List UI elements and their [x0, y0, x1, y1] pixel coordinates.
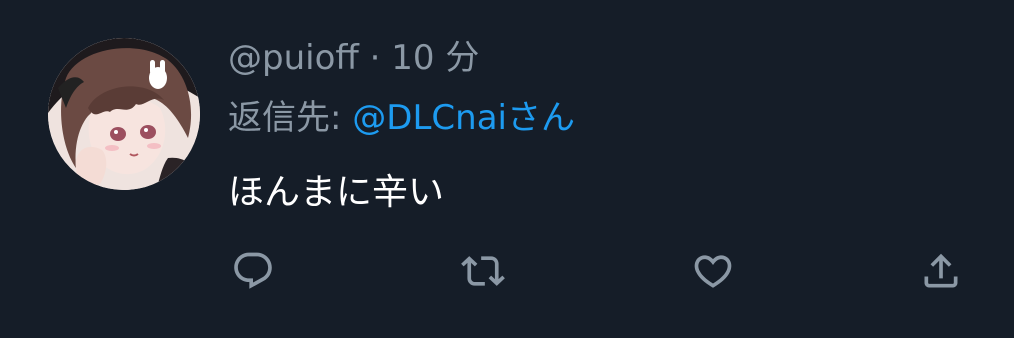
- tweet-card[interactable]: @puioff · 10 分 返信先: @DLCnaiさん ほんまに辛い: [0, 0, 1014, 338]
- reply-prefix: 返信先:: [228, 98, 342, 138]
- reply-icon: [234, 252, 272, 289]
- like-button[interactable]: [690, 248, 736, 294]
- retweet-button[interactable]: [460, 248, 506, 294]
- reply-mention-link[interactable]: @DLCnai: [352, 98, 507, 138]
- avatar[interactable]: [48, 38, 200, 190]
- heart-icon: [694, 255, 732, 288]
- share-button[interactable]: [918, 248, 964, 294]
- tweet-header: @puioff · 10 分: [228, 36, 479, 80]
- meta-separator: ·: [369, 38, 381, 78]
- user-handle[interactable]: @puioff: [228, 38, 359, 78]
- reply-context: 返信先: @DLCnaiさん: [228, 96, 575, 140]
- retweet-icon: [461, 256, 505, 286]
- avatar-illustration: [48, 38, 200, 190]
- tweet-text: ほんまに辛い: [228, 172, 445, 213]
- reply-button[interactable]: [230, 248, 276, 294]
- reply-honorific[interactable]: さん: [507, 98, 575, 138]
- tweet-time[interactable]: 10 分: [391, 38, 479, 78]
- share-icon: [924, 253, 958, 288]
